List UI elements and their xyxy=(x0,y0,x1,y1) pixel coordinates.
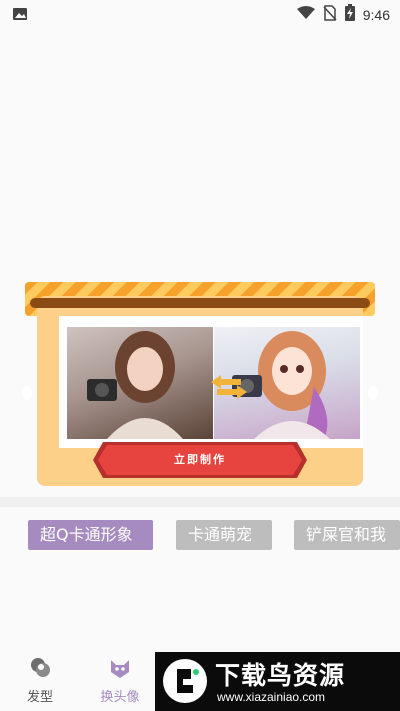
status-time: 9:46 xyxy=(362,6,390,23)
make-now-label: 立即制作 xyxy=(174,453,226,466)
ticket-notch-right xyxy=(368,386,378,400)
category-tab-cute-pets[interactable]: 卡通萌宠 xyxy=(176,520,272,550)
battery-charging-icon xyxy=(344,4,355,25)
make-now-button[interactable]: 立即制作 xyxy=(93,442,307,478)
category-tabs: 超Q卡通形象 卡通萌宠 铲屎官和我 xyxy=(0,518,400,552)
watermark: 下载鸟资源 www.xiazainiao.com xyxy=(155,652,400,711)
image-notification-icon xyxy=(12,6,28,26)
no-sim-icon xyxy=(323,4,337,25)
watermark-logo-icon xyxy=(163,659,207,703)
nav-item-change-avatar[interactable]: 换头像 xyxy=(90,656,150,705)
wifi-icon xyxy=(296,5,315,24)
hairstyle-icon xyxy=(28,658,52,684)
watermark-url: www.xiazainiao.com xyxy=(217,690,326,704)
promo-banner[interactable]: 立即制作 xyxy=(22,282,378,488)
nav-item-hairstyle[interactable]: 发型 xyxy=(10,656,70,705)
section-divider xyxy=(0,497,400,507)
swap-arrows-icon xyxy=(211,374,247,400)
awning-rail xyxy=(30,298,370,308)
real-photo xyxy=(67,327,213,439)
nav-label-hairstyle: 发型 xyxy=(26,690,53,705)
category-tab-q-cartoon[interactable]: 超Q卡通形象 xyxy=(28,520,153,550)
photo-frame xyxy=(59,316,363,448)
nav-label-change-avatar: 换头像 xyxy=(100,690,140,705)
ticket-notch-left xyxy=(22,386,32,400)
status-bar: 9:46 xyxy=(0,0,400,28)
category-tab-pet-owner[interactable]: 铲屎官和我 xyxy=(294,520,400,550)
cat-face-icon xyxy=(108,660,132,684)
watermark-title: 下载鸟资源 xyxy=(215,661,346,690)
